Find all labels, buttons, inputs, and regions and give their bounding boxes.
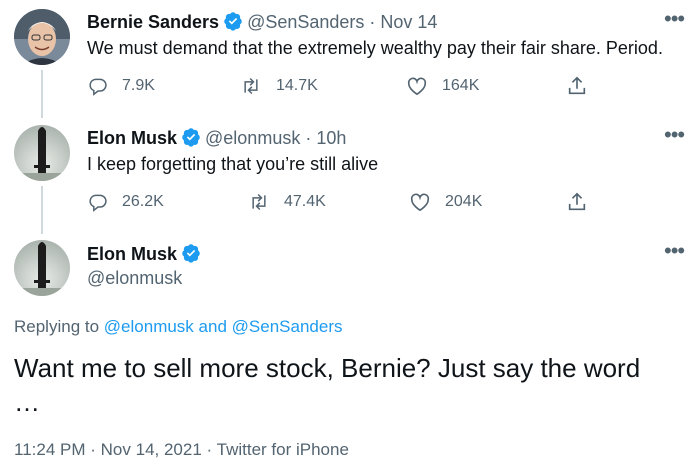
tweet-text-line: Want me to sell more stock, Bernie? Just… bbox=[14, 353, 641, 383]
more-options-icon[interactable]: ••• bbox=[664, 240, 685, 262]
avatar[interactable] bbox=[14, 240, 70, 296]
like-count: 204K bbox=[445, 193, 483, 210]
separator: · bbox=[206, 440, 213, 459]
tweet-bernie[interactable]: Bernie Sanders @SenSanders · Nov 14 ••• We … bbox=[0, 0, 700, 112]
separator: · bbox=[369, 12, 376, 32]
author-handle[interactable]: @elonmusk bbox=[87, 268, 182, 289]
tweet-header: Elon Musk bbox=[87, 243, 205, 265]
verified-badge-icon bbox=[181, 243, 201, 263]
replying-to: Replying to @elonmusk and @SenSanders bbox=[14, 317, 342, 337]
avatar[interactable] bbox=[14, 125, 70, 181]
tweet-text: Want me to sell more stock, Bernie? Just… bbox=[14, 351, 694, 419]
share-icon bbox=[568, 192, 586, 211]
reply-button[interactable]: 7.9K bbox=[88, 76, 155, 96]
replying-and: and bbox=[198, 317, 227, 336]
tweet-text-line: … bbox=[14, 387, 40, 417]
author-name[interactable]: Elon Musk bbox=[87, 128, 177, 148]
retweet-icon bbox=[252, 193, 266, 211]
tweet-source[interactable]: Twitter for iPhone bbox=[217, 440, 349, 459]
retweet-count: 14.7K bbox=[276, 77, 318, 94]
reply-button[interactable]: 26.2K bbox=[88, 192, 164, 212]
replying-user-link[interactable]: @SenSanders bbox=[232, 317, 343, 336]
tweet-header: Bernie Sanders @SenSanders · Nov 14 bbox=[87, 11, 437, 33]
author-handle[interactable]: @SenSanders bbox=[247, 12, 364, 32]
share-button[interactable] bbox=[566, 191, 602, 213]
author-handle[interactable]: @elonmusk bbox=[205, 128, 300, 148]
tweet-elon-main[interactable]: Elon Musk @elonmusk ••• Replying to @elo… bbox=[0, 232, 700, 471]
tweet-date[interactable]: 10h bbox=[316, 128, 346, 148]
more-options-icon[interactable]: ••• bbox=[664, 8, 685, 30]
tweet-text: I keep forgetting that you’re still aliv… bbox=[87, 154, 379, 174]
author-name[interactable]: Elon Musk bbox=[87, 244, 177, 264]
verified-badge-icon bbox=[181, 127, 201, 147]
retweet-button[interactable]: 47.4K bbox=[248, 192, 326, 212]
retweet-count: 47.4K bbox=[284, 193, 326, 210]
tweet-time[interactable]: 11:24 PM bbox=[14, 440, 86, 459]
like-count: 164K bbox=[442, 77, 480, 94]
reply-count: 7.9K bbox=[122, 77, 155, 94]
author-name[interactable]: Bernie Sanders bbox=[87, 12, 219, 32]
tweet-text: We must demand that the extremely wealth… bbox=[87, 38, 663, 58]
replying-prefix: Replying to bbox=[14, 317, 100, 336]
reply-icon bbox=[89, 78, 107, 96]
heart-icon bbox=[407, 77, 427, 96]
share-icon bbox=[568, 76, 586, 95]
separator: · bbox=[305, 128, 312, 148]
like-button[interactable]: 204K bbox=[409, 192, 482, 212]
tweet-elon-reply[interactable]: Elon Musk @elonmusk · 10h ••• I keep forget… bbox=[0, 116, 700, 228]
avatar[interactable] bbox=[14, 9, 70, 65]
tweet-meta: 11:24 PM · Nov 14, 2021 · Twitter for iP… bbox=[14, 440, 349, 460]
tweet-full-date[interactable]: Nov 14, 2021 bbox=[101, 440, 202, 459]
replying-user-link[interactable]: @elonmusk bbox=[104, 317, 194, 336]
retweet-button[interactable]: 14.7K bbox=[240, 76, 318, 96]
like-button[interactable]: 164K bbox=[406, 76, 479, 96]
reply-count: 26.2K bbox=[122, 193, 164, 210]
separator: · bbox=[90, 440, 96, 459]
reply-icon bbox=[89, 194, 107, 212]
heart-icon bbox=[410, 193, 430, 212]
share-button[interactable] bbox=[566, 75, 602, 97]
verified-badge-icon bbox=[223, 11, 243, 31]
tweet-header: Elon Musk @elonmusk · 10h bbox=[87, 127, 346, 149]
retweet-icon bbox=[244, 77, 258, 95]
tweet-date[interactable]: Nov 14 bbox=[380, 12, 437, 32]
more-options-icon[interactable]: ••• bbox=[664, 124, 685, 146]
